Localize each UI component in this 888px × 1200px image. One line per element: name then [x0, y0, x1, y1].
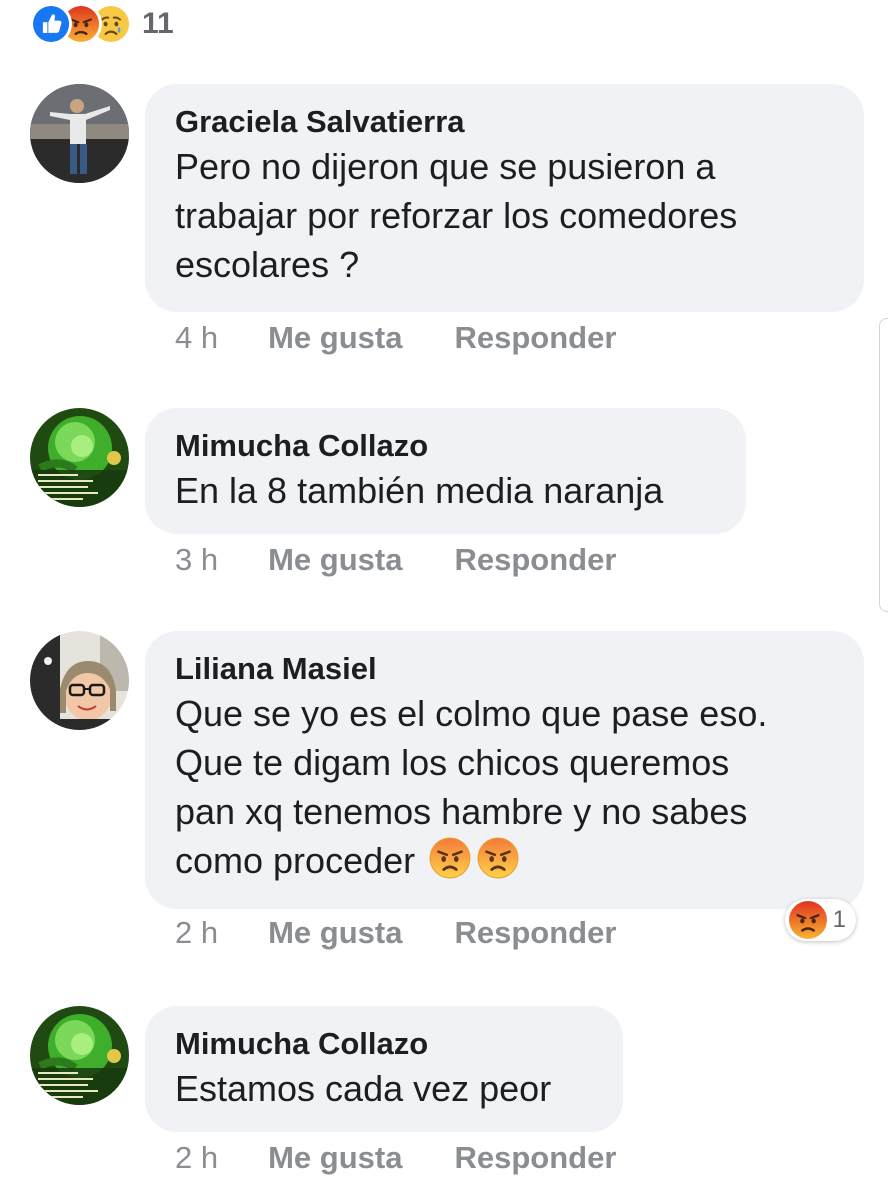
comment-actions: 2 h Me gusta Responder: [175, 1140, 616, 1176]
avatar[interactable]: [30, 408, 129, 507]
avatar[interactable]: [30, 84, 129, 183]
avatar[interactable]: [30, 1006, 129, 1105]
comment-author[interactable]: Liliana Masiel: [175, 649, 836, 689]
reply-button[interactable]: Responder: [454, 1140, 616, 1176]
comment-text-line: escolares ?: [175, 244, 360, 285]
comment-text-line: como proceder: [175, 840, 416, 881]
like-button[interactable]: Me gusta: [268, 542, 402, 578]
comment-text-line: Que se yo es el colmo que pase eso.: [175, 693, 768, 734]
comment-reaction-count: 1: [832, 906, 846, 933]
scrollbar[interactable]: [879, 318, 888, 612]
reply-button[interactable]: Responder: [454, 542, 616, 578]
comment-time[interactable]: 2 h: [175, 1140, 218, 1176]
like-button[interactable]: Me gusta: [268, 915, 402, 951]
reaction-count: 11: [142, 7, 174, 40]
comment-actions: 3 h Me gusta Responder: [175, 542, 616, 578]
avatar[interactable]: [30, 631, 129, 730]
comment-bubble: Liliana Masiel Que se yo es el colmo que…: [145, 631, 864, 909]
comment-text-line: Pero no dijeron que se pusieron a: [175, 146, 716, 187]
comment-bubble: Mimucha Collazo Estamos cada vez peor: [145, 1006, 623, 1132]
angry-emoji: [477, 837, 519, 879]
like-icon: [30, 3, 72, 45]
angry-emoji: [429, 837, 471, 879]
comment-author[interactable]: Graciela Salvatierra: [175, 102, 836, 142]
reactions-summary[interactable]: 11: [30, 3, 174, 45]
like-button[interactable]: Me gusta: [268, 320, 402, 356]
angry-icon: [789, 901, 827, 939]
comment-text-line: pan xq tenemos hambre y no sabes: [175, 791, 748, 832]
reply-button[interactable]: Responder: [454, 915, 616, 951]
comment-time[interactable]: 3 h: [175, 542, 218, 578]
comment-author[interactable]: Mimucha Collazo: [175, 1024, 595, 1064]
comment-reaction-badge[interactable]: 1: [784, 899, 856, 941]
comment-time[interactable]: 2 h: [175, 915, 218, 951]
comment-text-line-with-emoji: como proceder: [175, 836, 836, 885]
comment-time[interactable]: 4 h: [175, 320, 218, 356]
comment-bubble: Mimucha Collazo En la 8 también media na…: [145, 408, 746, 534]
comment-text-line: trabajar por reforzar los comedores: [175, 195, 738, 236]
comment-author[interactable]: Mimucha Collazo: [175, 426, 718, 466]
comment-text-line: Que te digam los chicos queremos: [175, 742, 730, 783]
comment-actions: 4 h Me gusta Responder: [175, 320, 616, 356]
comment-bubble: Graciela Salvatierra Pero no dijeron que…: [145, 84, 864, 312]
like-button[interactable]: Me gusta: [268, 1140, 402, 1176]
reply-button[interactable]: Responder: [454, 320, 616, 356]
comment-actions: 2 h Me gusta Responder: [175, 915, 616, 951]
comment-text-line: En la 8 también media naranja: [175, 470, 664, 511]
comment-text-line: Estamos cada vez peor: [175, 1068, 552, 1109]
